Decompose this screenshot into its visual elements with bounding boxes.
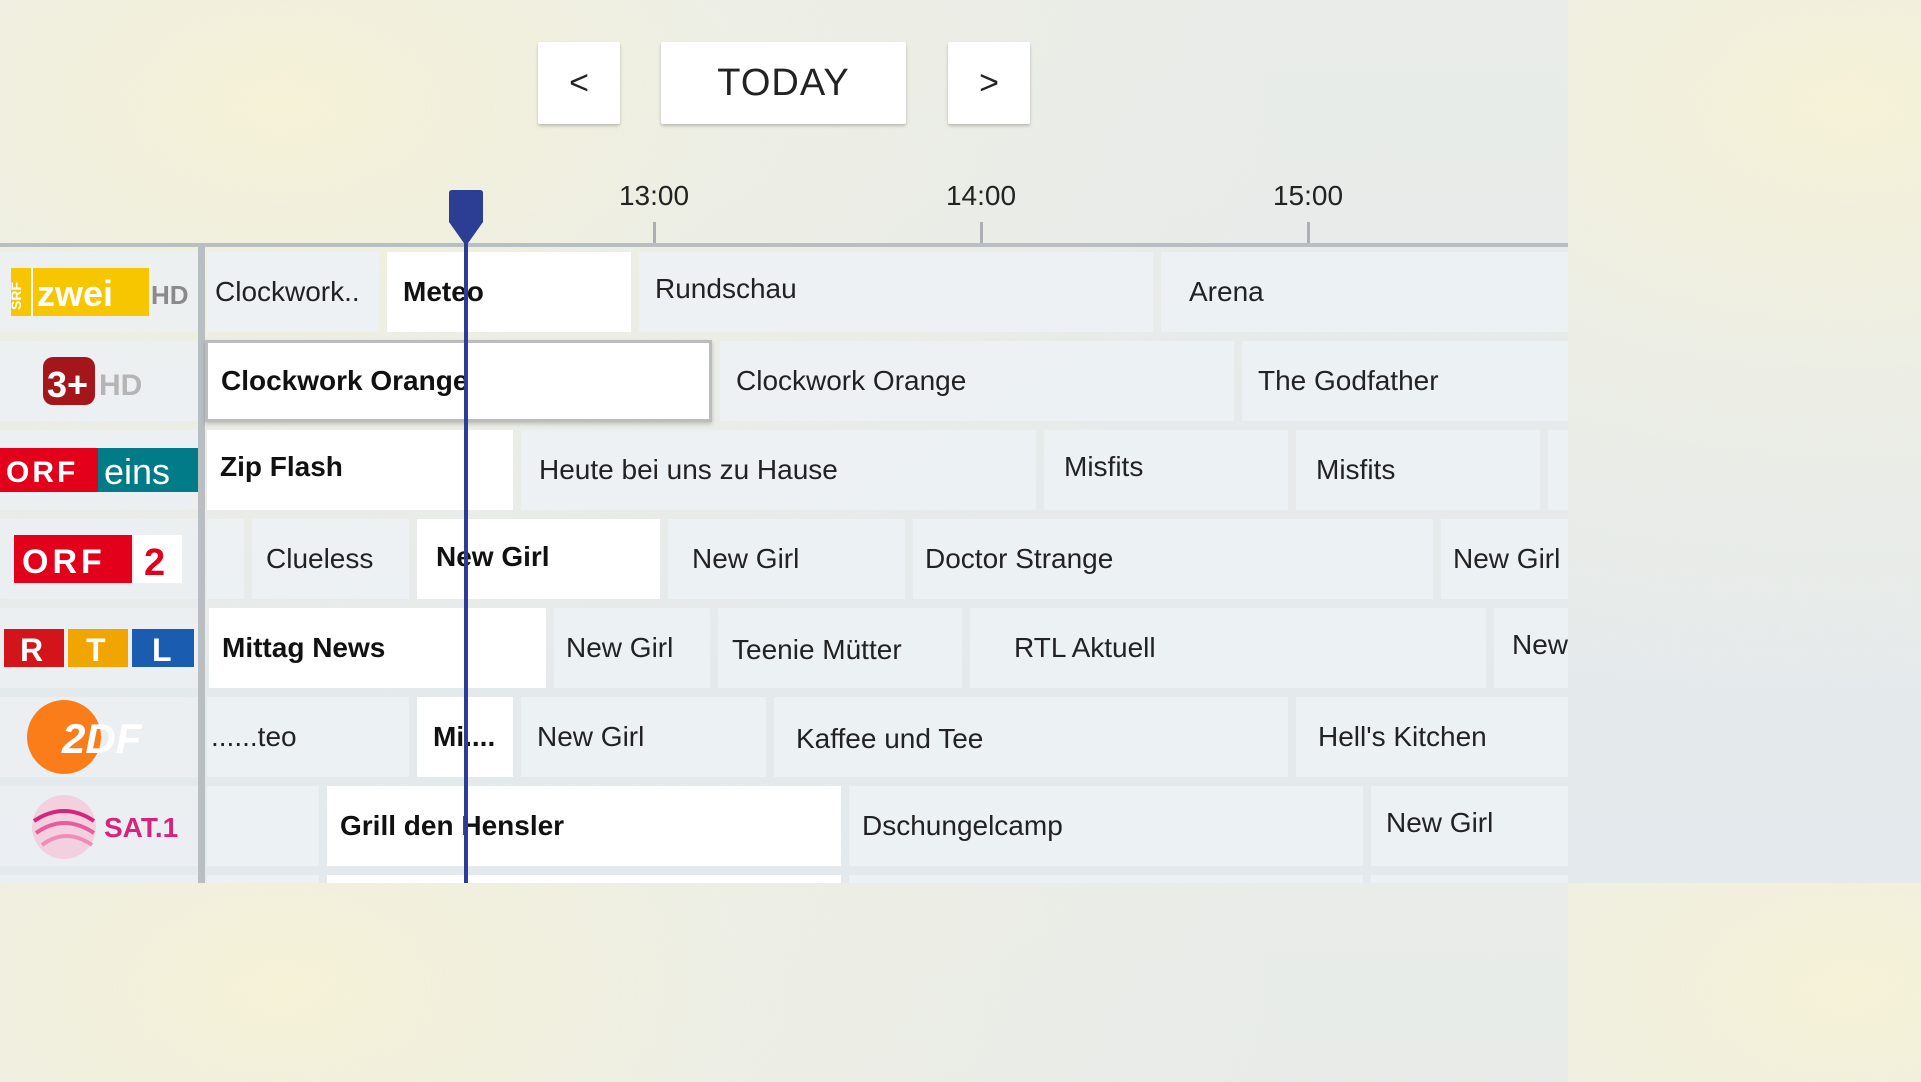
program-cell[interactable]: Hell's Kitchen xyxy=(1296,697,1568,777)
svg-text:ORF: ORF xyxy=(6,456,78,489)
program-cell[interactable]: Teenie Mütter xyxy=(718,608,962,688)
sat1-logo: SAT.1 xyxy=(32,795,178,859)
time-label-13: 13:00 xyxy=(618,180,690,211)
program-cell[interactable]: Misfits xyxy=(1044,430,1288,510)
svg-text:2: 2 xyxy=(144,542,165,584)
channel-sidebar-divider xyxy=(198,247,205,883)
channel-logo-3plus[interactable]: 3+ HD xyxy=(0,341,198,421)
program-cell[interactable]: New Girl xyxy=(1371,786,1568,866)
3plus-hd-logo: 3+ HD xyxy=(43,357,142,405)
program-cell-current[interactable]: Meteo xyxy=(387,252,631,332)
program-cell[interactable]: Rundschau xyxy=(639,252,1153,332)
program-cell[interactable]: Dschungelcamp xyxy=(849,786,1363,866)
svg-text:SRF: SRF xyxy=(9,282,24,310)
program-cell-current[interactable]: New Girl xyxy=(417,519,660,599)
svg-text:R: R xyxy=(20,632,43,668)
srf-zwei-logo: SRF zwei HD xyxy=(9,268,189,316)
today-button[interactable]: TODAY xyxy=(661,42,906,124)
channel-logo-orf-2[interactable]: ORF 2 xyxy=(0,519,198,599)
svg-text:SAT.1: SAT.1 xyxy=(104,812,178,843)
program-cell[interactable]: New Girl xyxy=(1441,519,1568,599)
channel-logo-sat1[interactable]: SAT.1 xyxy=(0,786,198,866)
orf-eins-logo: ORF eins xyxy=(0,448,198,492)
program-cell[interactable]: New Girl xyxy=(668,519,905,599)
svg-text:HD: HD xyxy=(151,280,189,310)
rtl-logo: R T L xyxy=(4,629,194,668)
program-cell-current[interactable]: Mittag News xyxy=(209,608,546,688)
program-cell-current[interactable]: Grill den Hensler xyxy=(327,786,841,866)
time-tick xyxy=(653,222,656,244)
svg-text:T: T xyxy=(86,632,106,668)
next-day-button[interactable]: > xyxy=(948,42,1030,124)
program-cell[interactable]: The Godfather xyxy=(1242,341,1568,421)
program-cell[interactable]: Misfits xyxy=(1296,430,1540,510)
time-tick xyxy=(1307,222,1310,244)
program-cell[interactable]: Clockwork Orange xyxy=(720,341,1234,421)
time-label-14: 14:00 xyxy=(945,180,1017,211)
channel-logo-partial xyxy=(0,875,198,883)
channel-logo-rtl[interactable]: R T L xyxy=(0,608,198,688)
program-cell[interactable]: Heute bei uns zu Hause xyxy=(521,430,1036,510)
program-cell[interactable]: New Girl xyxy=(554,608,710,688)
zdf-logo: 2DF xyxy=(27,700,143,774)
previous-day-button[interactable]: < xyxy=(538,42,620,124)
program-cell-focused[interactable]: Clockwork Orange xyxy=(205,340,712,422)
svg-text:HD: HD xyxy=(99,369,142,402)
program-cell[interactable]: Clueless xyxy=(252,519,409,599)
program-cell[interactable] xyxy=(207,519,244,599)
program-cell[interactable]: Clockwork.. xyxy=(207,252,379,332)
channel-logo-orf-eins[interactable]: ORF eins xyxy=(0,430,198,510)
current-time-line xyxy=(464,230,468,883)
svg-text:eins: eins xyxy=(104,451,170,492)
program-cell[interactable] xyxy=(207,786,319,866)
orf-2-logo: ORF 2 xyxy=(14,535,182,584)
time-label-15: 15:00 xyxy=(1272,180,1344,211)
channel-logo-srf-zwei[interactable]: SRF zwei HD xyxy=(0,252,198,332)
channel-logo-zdf[interactable]: 2DF xyxy=(0,697,198,777)
program-cell[interactable]: New xyxy=(1494,608,1568,688)
program-cell[interactable]: Doctor Strange xyxy=(913,519,1433,599)
program-cell xyxy=(849,875,1363,883)
program-cell[interactable]: Kaffee und Tee xyxy=(774,697,1288,777)
svg-text:3+: 3+ xyxy=(47,364,88,405)
svg-text:ORF: ORF xyxy=(22,543,106,581)
program-cell xyxy=(207,875,319,883)
program-cell[interactable]: RTL Aktuell xyxy=(970,608,1486,688)
program-cell xyxy=(1371,875,1568,883)
program-cell[interactable]: Arena xyxy=(1161,252,1568,332)
program-cell xyxy=(327,875,841,883)
svg-text:zwei: zwei xyxy=(37,273,113,314)
svg-text:2DF: 2DF xyxy=(61,715,143,762)
time-tick xyxy=(980,222,983,244)
current-time-marker-icon[interactable] xyxy=(449,190,483,246)
program-cell[interactable]: ......teo xyxy=(207,697,409,777)
svg-text:L: L xyxy=(152,632,172,668)
program-cell[interactable]: New Girl xyxy=(521,697,766,777)
program-cell[interactable] xyxy=(1548,430,1568,510)
timeline-axis xyxy=(0,243,1568,247)
